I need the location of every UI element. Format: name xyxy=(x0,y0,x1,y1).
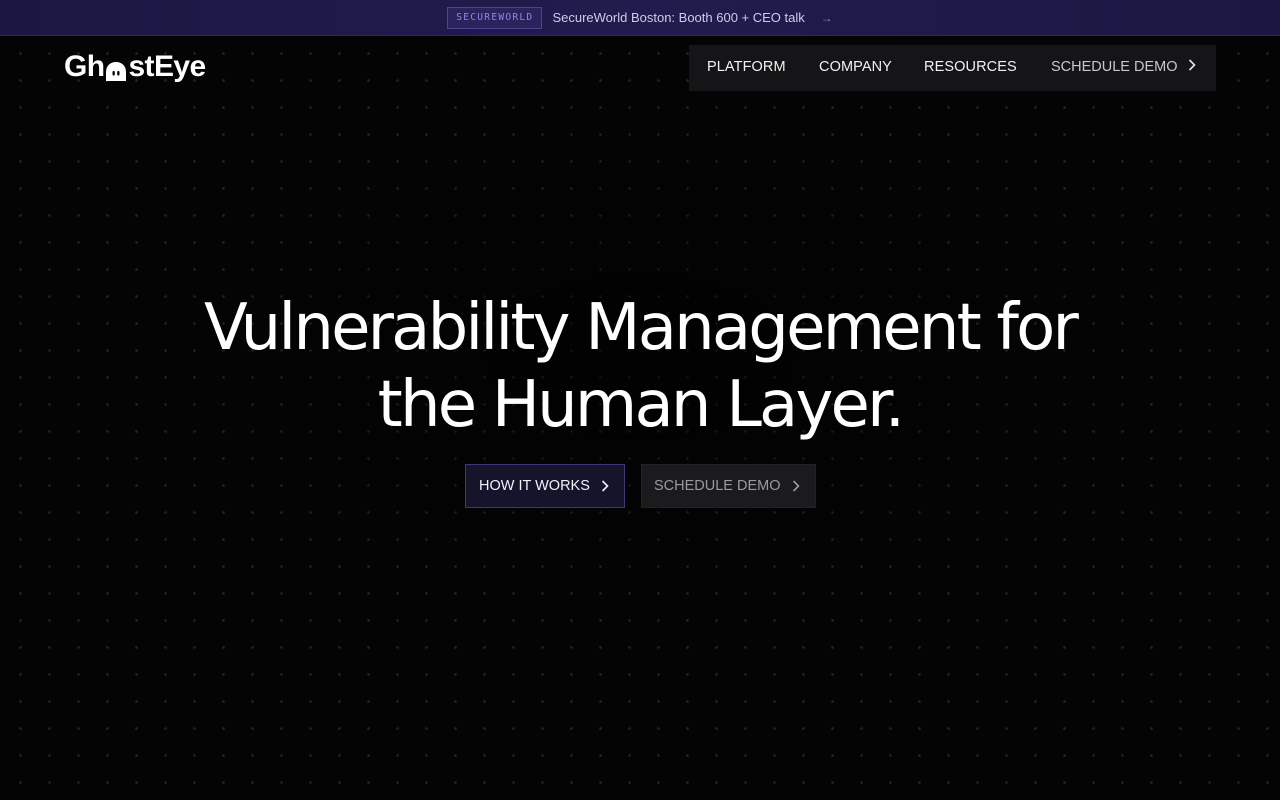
announcement-badge: SECUREWORLD xyxy=(447,6,543,29)
nav-item-company[interactable]: COMPANY xyxy=(819,59,892,75)
ghosteye-logo[interactable]: Gh stEye xyxy=(64,49,206,85)
nav-item-resources[interactable]: RESOURCES xyxy=(924,59,1017,75)
arrow-right-icon: → xyxy=(820,10,833,25)
nav-item-platform[interactable]: PLATFORM xyxy=(707,59,786,75)
chevron-right-icon xyxy=(1188,59,1196,75)
hero-title-line2: the Human Layer. xyxy=(377,368,905,442)
announcement-banner: SECUREWORLD SecureWorld Boston: Booth 60… xyxy=(0,0,1280,36)
schedule-demo-button[interactable]: SCHEDULE DEMO xyxy=(641,464,816,508)
hero-section: Vulnerability Management for the Human L… xyxy=(0,290,1280,444)
hero-buttons: HOW IT WORKS SCHEDULE DEMO xyxy=(465,464,816,508)
nav-schedule-demo-label: SCHEDULE DEMO xyxy=(1051,59,1178,75)
logo-text-suffix: stEye xyxy=(128,50,206,83)
ghost-icon xyxy=(105,61,127,81)
logo-text-prefix: Gh xyxy=(64,50,105,83)
how-it-works-label: HOW IT WORKS xyxy=(479,478,590,494)
nav-schedule-demo-button[interactable]: SCHEDULE DEMO xyxy=(1051,59,1196,75)
schedule-demo-label: SCHEDULE DEMO xyxy=(654,478,781,494)
main-nav: PLATFORM COMPANY RESOURCES SCHEDULE DEMO xyxy=(689,45,1216,91)
hero-title: Vulnerability Management for the Human L… xyxy=(0,290,1280,444)
announcement-link[interactable]: SECUREWORLD SecureWorld Boston: Booth 60… xyxy=(447,6,833,29)
chevron-right-icon xyxy=(601,480,609,492)
hero-title-line1: Vulnerability Management for xyxy=(203,291,1079,365)
announcement-text: SecureWorld Boston: Booth 600 + CEO talk xyxy=(552,10,805,25)
chevron-right-icon xyxy=(792,480,800,492)
how-it-works-button[interactable]: HOW IT WORKS xyxy=(465,464,625,508)
